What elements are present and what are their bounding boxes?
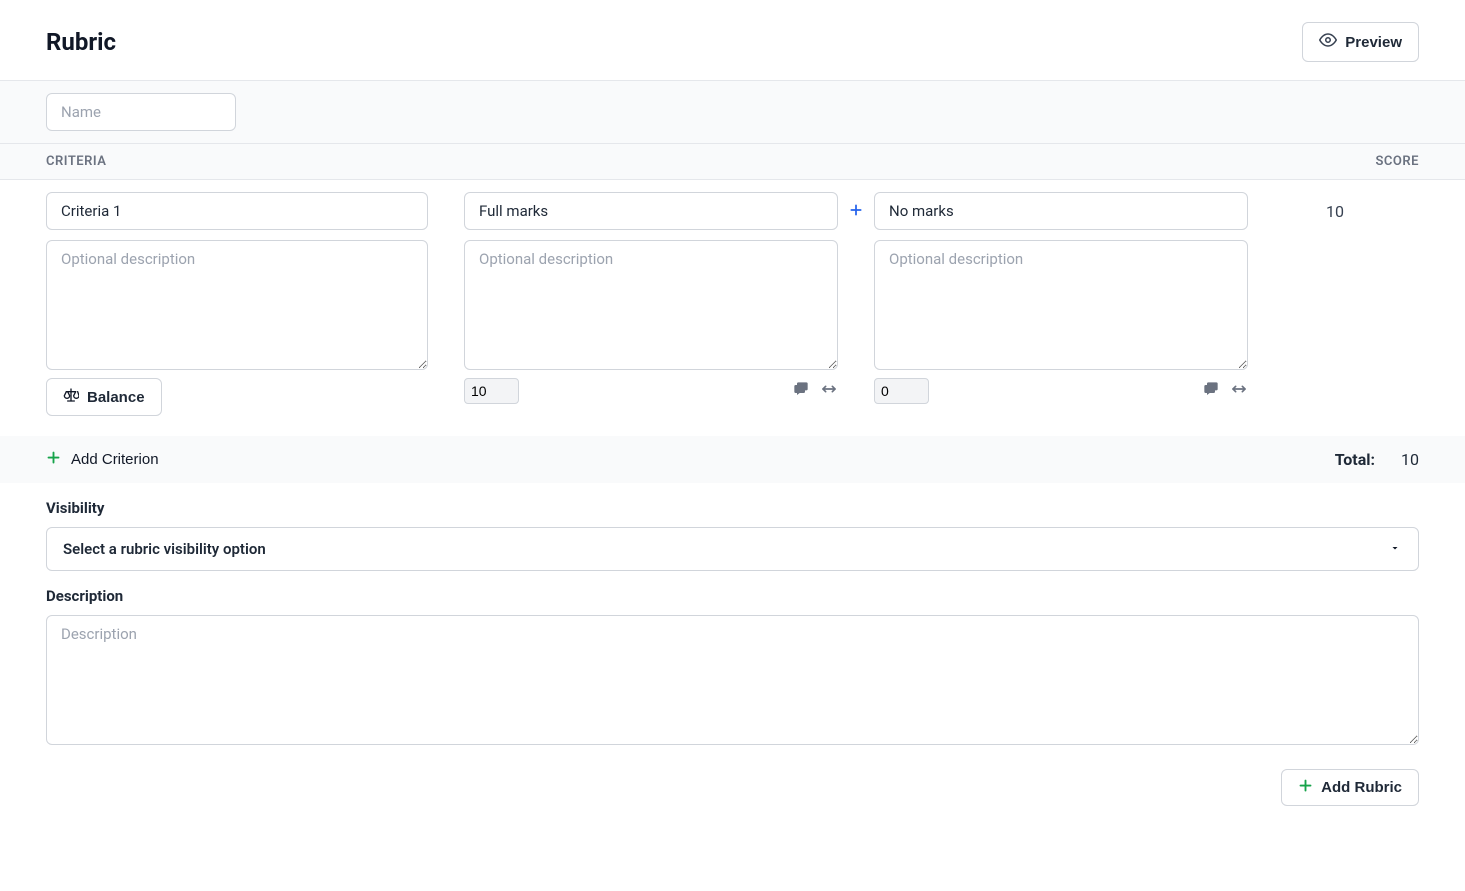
criteria-name-input[interactable] — [46, 192, 428, 230]
level-column-2 — [874, 192, 1248, 404]
plus-icon — [46, 450, 61, 469]
criteria-score: 10 — [1258, 192, 1348, 221]
level-points-input[interactable] — [874, 378, 929, 404]
reorder-icon[interactable] — [820, 381, 838, 401]
balance-button-label: Balance — [87, 389, 145, 406]
add-rubric-label: Add Rubric — [1321, 779, 1402, 796]
level-title-input[interactable] — [464, 192, 838, 230]
criteria-column: Balance — [46, 192, 428, 416]
visibility-label: Visibility — [46, 499, 1419, 517]
description-label: Description — [46, 587, 1419, 605]
header: Rubric Preview — [0, 0, 1465, 81]
level-column-1 — [464, 192, 838, 404]
name-row — [0, 81, 1465, 144]
balance-icon — [63, 387, 79, 407]
visibility-section: Visibility Select a rubric visibility op… — [0, 483, 1465, 571]
comments-icon[interactable] — [1202, 381, 1220, 401]
total-group: Total: 10 — [1335, 450, 1419, 469]
add-criterion-button[interactable]: Add Criterion — [46, 450, 159, 469]
score-column-label: SCORE — [1329, 154, 1419, 169]
footer-row: Add Rubric — [0, 749, 1465, 846]
level-points-input[interactable] — [464, 378, 519, 404]
page-title: Rubric — [46, 28, 116, 56]
visibility-select[interactable]: Select a rubric visibility option — [46, 527, 1419, 571]
add-level-between-button[interactable] — [848, 202, 864, 221]
criteria-column-label: CRITERIA — [46, 154, 1329, 169]
comments-icon[interactable] — [792, 381, 810, 401]
level-title-input[interactable] — [874, 192, 1248, 230]
criteria-row: Balance — [0, 180, 1465, 436]
total-label: Total: — [1335, 450, 1375, 469]
rubric-name-input[interactable] — [46, 93, 236, 131]
add-total-row: Add Criterion Total: 10 — [0, 436, 1465, 483]
eye-icon — [1319, 31, 1337, 53]
description-section: Description — [0, 571, 1465, 749]
add-rubric-button[interactable]: Add Rubric — [1281, 769, 1419, 806]
reorder-icon[interactable] — [1230, 381, 1248, 401]
preview-button[interactable]: Preview — [1302, 22, 1419, 62]
preview-button-label: Preview — [1345, 34, 1402, 51]
plus-icon — [1298, 778, 1313, 797]
description-input[interactable] — [46, 615, 1419, 745]
add-criterion-label: Add Criterion — [71, 451, 159, 468]
criteria-description-input[interactable] — [46, 240, 428, 370]
level-description-input[interactable] — [464, 240, 838, 370]
balance-button[interactable]: Balance — [46, 378, 162, 416]
level-description-input[interactable] — [874, 240, 1248, 370]
columns-header: CRITERIA SCORE — [0, 144, 1465, 180]
total-value: 10 — [1401, 450, 1419, 469]
